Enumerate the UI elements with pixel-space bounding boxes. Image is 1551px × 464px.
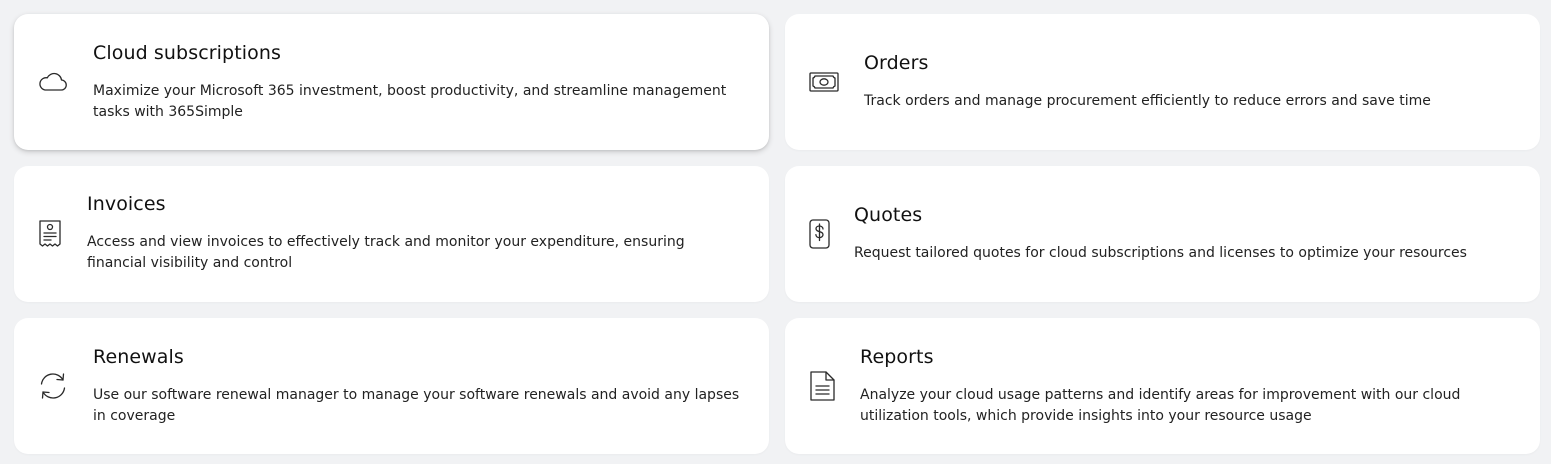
- feature-grid: Cloud subscriptions Maximize your Micros…: [0, 0, 1551, 464]
- card-title: Quotes: [854, 204, 923, 226]
- document-icon: [805, 369, 839, 403]
- card-title: Invoices: [87, 193, 166, 215]
- refresh-icon: [36, 369, 70, 403]
- card-description: Track orders and manage procurement effi…: [864, 93, 1431, 109]
- card-title: Renewals: [93, 346, 184, 368]
- card-description: Use our software renewal manager to mana…: [93, 387, 740, 424]
- card-description: Request tailored quotes for cloud subscr…: [854, 245, 1467, 261]
- card-quotes[interactable]: Quotes Request tailored quotes for cloud…: [785, 166, 1540, 302]
- card-renewals[interactable]: Renewals Use our software renewal manage…: [14, 318, 769, 454]
- card-orders[interactable]: Orders Track orders and manage procureme…: [785, 14, 1540, 150]
- dollar-document-icon: [802, 217, 836, 251]
- card-cloud-subscriptions[interactable]: Cloud subscriptions Maximize your Micros…: [14, 14, 769, 150]
- card-description: Access and view invoices to effectively …: [87, 234, 685, 271]
- card-description: Analyze your cloud usage patterns and id…: [860, 387, 1461, 424]
- cloud-icon: [36, 65, 70, 99]
- card-invoices[interactable]: Invoices Access and view invoices to eff…: [14, 166, 769, 302]
- card-description: Maximize your Microsoft 365 investment, …: [93, 83, 727, 120]
- banknote-icon: [807, 65, 841, 99]
- card-title: Reports: [860, 346, 934, 368]
- receipt-icon: [33, 217, 67, 251]
- card-title: Orders: [864, 52, 929, 74]
- card-reports[interactable]: Reports Analyze your cloud usage pattern…: [785, 318, 1540, 454]
- card-title: Cloud subscriptions: [93, 42, 282, 64]
